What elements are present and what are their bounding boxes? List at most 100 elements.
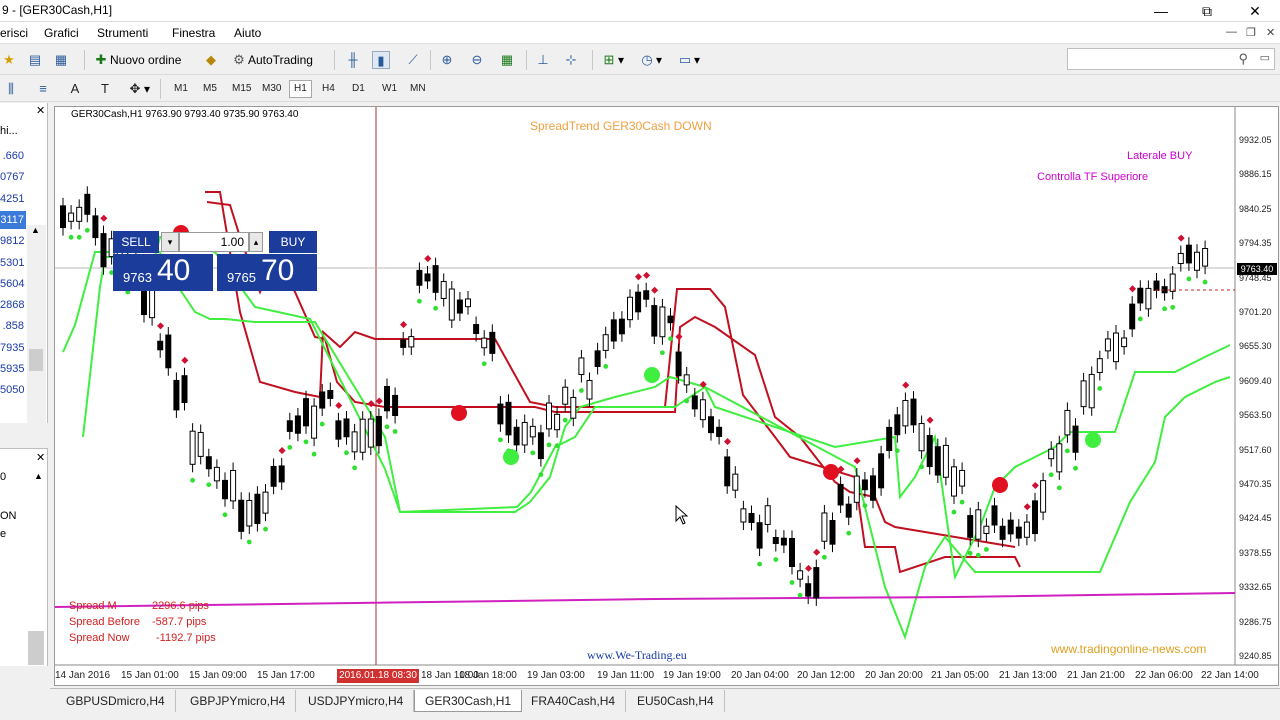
market-watch-row[interactable]: 4251 — [0, 190, 26, 208]
navigator-close-icon[interactable]: ✕ — [36, 451, 45, 464]
minimize-button[interactable]: — — [1138, 0, 1184, 22]
market-watch-row[interactable]: 5050 — [0, 381, 26, 399]
crosshair-time-label: 2016.01.18 08:30 — [337, 669, 419, 683]
x-axis-label: 21 Jan 05:00 — [931, 670, 989, 681]
sell-price-box[interactable]: 9763 40 — [113, 254, 213, 291]
market-watch-close-icon[interactable]: ✕ — [36, 104, 45, 117]
candle-body — [408, 336, 415, 348]
mdi-restore-icon[interactable]: ❐ — [1246, 26, 1256, 39]
candle-body — [529, 425, 536, 438]
candle-body — [991, 505, 998, 526]
chart-tab[interactable]: GER30Cash,H1 — [414, 690, 523, 712]
market-watch-row[interactable]: 2868 — [0, 296, 26, 314]
candle-body — [627, 296, 633, 321]
candle-body — [1177, 252, 1184, 265]
navigator-scroll-up-icon[interactable]: ▲ — [34, 471, 43, 481]
chart-shift-icon[interactable]: ⊥ — [534, 49, 552, 71]
mdi-close-icon[interactable]: ✕ — [1266, 26, 1275, 39]
hline-icon[interactable]: ⫼ — [2, 78, 20, 100]
lot-decrease-button[interactable]: ▾ — [161, 232, 179, 252]
candle-body — [1032, 500, 1038, 535]
market-watch-row[interactable]: 5935 — [0, 360, 26, 378]
search-icon[interactable]: ⚲ — [1238, 51, 1248, 67]
line-chart-icon[interactable]: ⟋ — [404, 49, 422, 71]
periods-icon[interactable]: ◷ ▾ — [638, 49, 662, 71]
timeframe-w1[interactable]: W1 — [378, 80, 401, 98]
autotrading-button[interactable]: ⚙ AutoTrading — [230, 49, 313, 71]
timeframe-mn[interactable]: MN — [406, 80, 430, 98]
chart-tab[interactable]: USDJPYmicro,H4 — [298, 690, 415, 712]
maximize-button[interactable]: ⧉ — [1184, 0, 1230, 22]
templates-icon[interactable]: ▭ ▾ — [676, 49, 700, 71]
market-watch-row[interactable]: 3117 — [0, 210, 26, 229]
menu-aiuto[interactable]: Aiuto — [234, 26, 261, 40]
navigator-scrollbar[interactable] — [28, 631, 44, 665]
chart-tab[interactable]: GBPJPYmicro,H4 — [180, 690, 297, 712]
lot-size-input[interactable]: 1.00 — [179, 232, 249, 252]
sell-button[interactable]: SELL — [113, 231, 159, 253]
candle-body — [618, 318, 625, 335]
tile-windows-icon[interactable]: ▦ — [498, 49, 516, 71]
new-order-button[interactable]: ✚ Nuovo ordine — [92, 49, 182, 71]
indicators-icon[interactable]: ⊞ ▾ — [600, 49, 624, 71]
red-diamond — [367, 400, 375, 408]
candle-body — [554, 413, 561, 431]
navigator-toggle-icon[interactable]: ▤ — [26, 49, 44, 71]
chart-tab[interactable]: FRA40Cash,H4 — [521, 690, 627, 712]
timeframe-h1[interactable]: H1 — [289, 80, 312, 98]
buy-price-box[interactable]: 9765 70 — [217, 254, 317, 291]
arrows-icon[interactable]: ✥ ▾ — [126, 78, 150, 100]
menu-finestra[interactable]: Finestra — [172, 26, 215, 40]
market-watch-row[interactable]: 9812 — [0, 232, 26, 250]
autoscroll-icon[interactable]: ⊹ — [562, 49, 580, 71]
candle-body — [1137, 287, 1144, 304]
buy-button[interactable]: BUY — [269, 231, 317, 253]
chart-tab[interactable]: EU50Cash,H4 — [627, 690, 725, 712]
timeframe-m15[interactable]: M15 — [228, 80, 255, 98]
candle-body — [359, 418, 366, 453]
menu-grafici[interactable]: Grafici — [44, 26, 79, 40]
market-watch-row[interactable]: 5301 — [0, 254, 26, 272]
metaeditor-button[interactable]: ◆ — [202, 49, 220, 71]
candle-body — [1153, 280, 1160, 291]
timeframe-m5[interactable]: M5 — [199, 80, 221, 98]
menu-strumenti[interactable]: Strumenti — [97, 26, 148, 40]
timeframe-m30[interactable]: M30 — [258, 80, 285, 98]
zoom-in-icon[interactable]: ⊕ — [438, 49, 456, 71]
mdi-minimize-icon[interactable]: — — [1226, 26, 1237, 38]
candle-body — [497, 403, 504, 425]
close-button[interactable]: ✕ — [1232, 0, 1278, 22]
timeframe-m1[interactable]: M1 — [170, 80, 192, 98]
market-watch-row[interactable]: 5604 — [0, 275, 26, 293]
navigator-item[interactable]: ON — [0, 510, 17, 522]
candle-body — [983, 525, 990, 534]
candlestick-icon[interactable]: ▮ — [372, 49, 390, 71]
navigator-item[interactable]: 0 — [0, 471, 6, 483]
market-watch-row[interactable]: 7935 — [0, 339, 26, 357]
candle-body — [683, 374, 690, 386]
search-input[interactable]: ⚲ ▭ — [1067, 48, 1275, 70]
chart-window[interactable]: GER30Cash,H1 9763.90 9793.40 9735.90 976… — [54, 106, 1279, 686]
favorites-icon[interactable]: ★ — [0, 49, 18, 71]
price-chart[interactable] — [55, 107, 1278, 685]
timeframe-d1[interactable]: D1 — [348, 80, 369, 98]
timeframe-h4[interactable]: H4 — [318, 80, 339, 98]
zoom-out-icon[interactable]: ⊖ — [468, 49, 486, 71]
text-icon[interactable]: A — [66, 78, 84, 100]
market-watch-row[interactable]: .858 — [0, 317, 26, 335]
navigator-item[interactable]: e — [0, 528, 6, 540]
bar-chart-icon[interactable]: ╫ — [344, 49, 362, 71]
market-watch-row[interactable]: .660 — [0, 147, 26, 165]
y-axis-label: 9517.60 — [1239, 444, 1272, 455]
terminal-toggle-icon[interactable]: ▦ — [52, 49, 70, 71]
green-dot — [344, 450, 349, 456]
candle-body — [1121, 337, 1128, 348]
lot-increase-button[interactable]: ▴ — [249, 232, 263, 252]
channel-icon[interactable]: ≡ — [34, 78, 52, 100]
market-watch-row[interactable]: 0767 — [0, 168, 26, 186]
chart-tab[interactable]: GBPUSDmicro,H4 — [56, 690, 176, 712]
text-label-icon[interactable]: T — [96, 78, 114, 100]
community-icon[interactable]: ▭ — [1260, 51, 1270, 64]
candle-body — [456, 299, 463, 314]
menu-inserisci[interactable]: erisci — [0, 26, 28, 40]
